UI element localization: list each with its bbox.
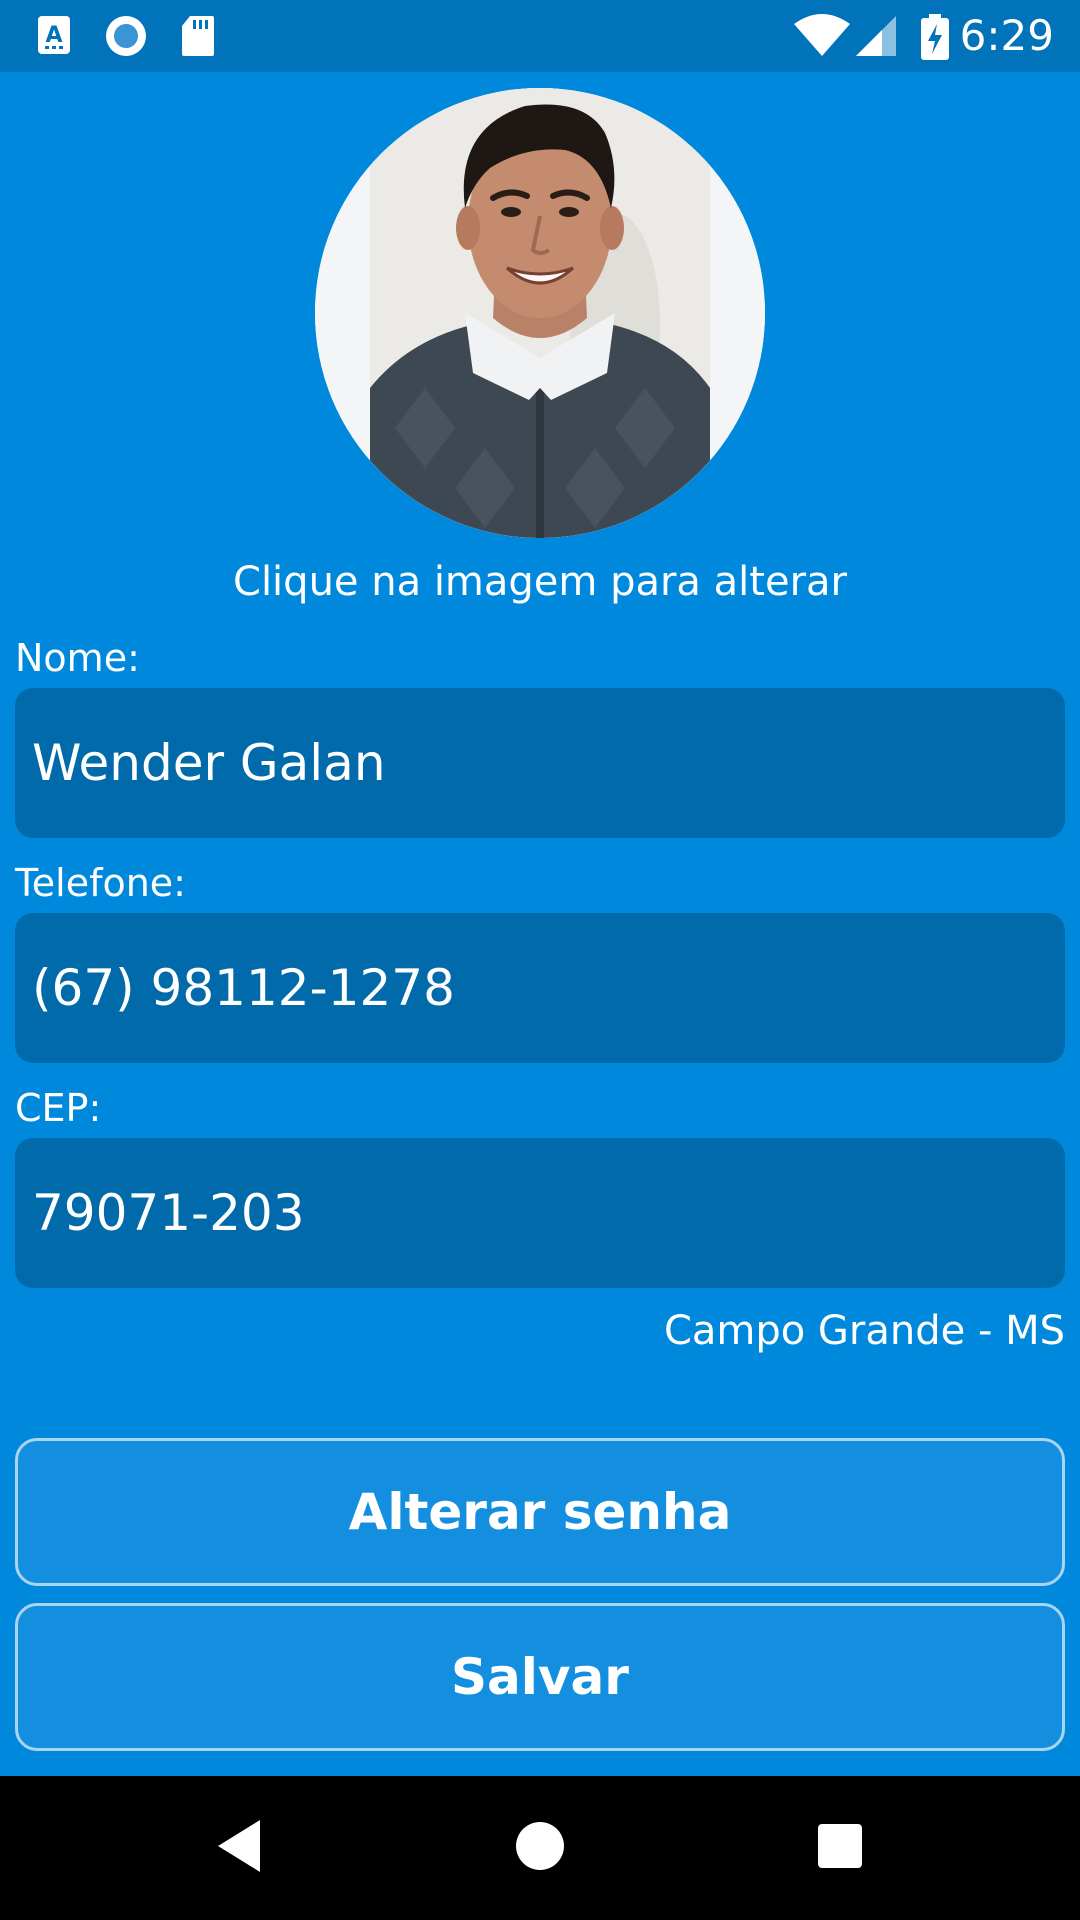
cep-label: CEP: — [15, 1086, 102, 1130]
navigation-bar — [0, 1776, 1080, 1920]
city-text: Campo Grande - MS — [663, 1308, 1065, 1354]
wifi-icon — [794, 14, 850, 56]
app-a-icon: A — [38, 16, 70, 54]
cep-field[interactable] — [15, 1138, 1065, 1288]
save-button[interactable]: Salvar — [15, 1603, 1065, 1751]
circle-notification-icon — [106, 16, 146, 56]
status-bar: A 6:29 — [0, 0, 1080, 72]
phone-label: Telefone: — [15, 861, 186, 905]
battery-charging-icon — [921, 14, 949, 60]
phone-field[interactable] — [15, 913, 1065, 1063]
change-password-button[interactable]: Alterar senha — [15, 1438, 1065, 1586]
name-field[interactable] — [15, 688, 1065, 838]
svg-text:A: A — [45, 23, 62, 48]
recents-icon[interactable] — [816, 1818, 864, 1874]
avatar-hint-text: Clique na imagem para alterar — [233, 559, 847, 605]
name-label: Nome: — [15, 636, 140, 680]
cell-signal-icon — [856, 16, 896, 56]
back-icon[interactable] — [214, 1818, 264, 1874]
profile-avatar[interactable] — [315, 88, 765, 538]
sd-card-icon — [182, 16, 214, 56]
home-icon[interactable] — [514, 1818, 566, 1874]
profile-photo — [315, 88, 765, 538]
status-time: 6:29 — [959, 11, 1054, 60]
